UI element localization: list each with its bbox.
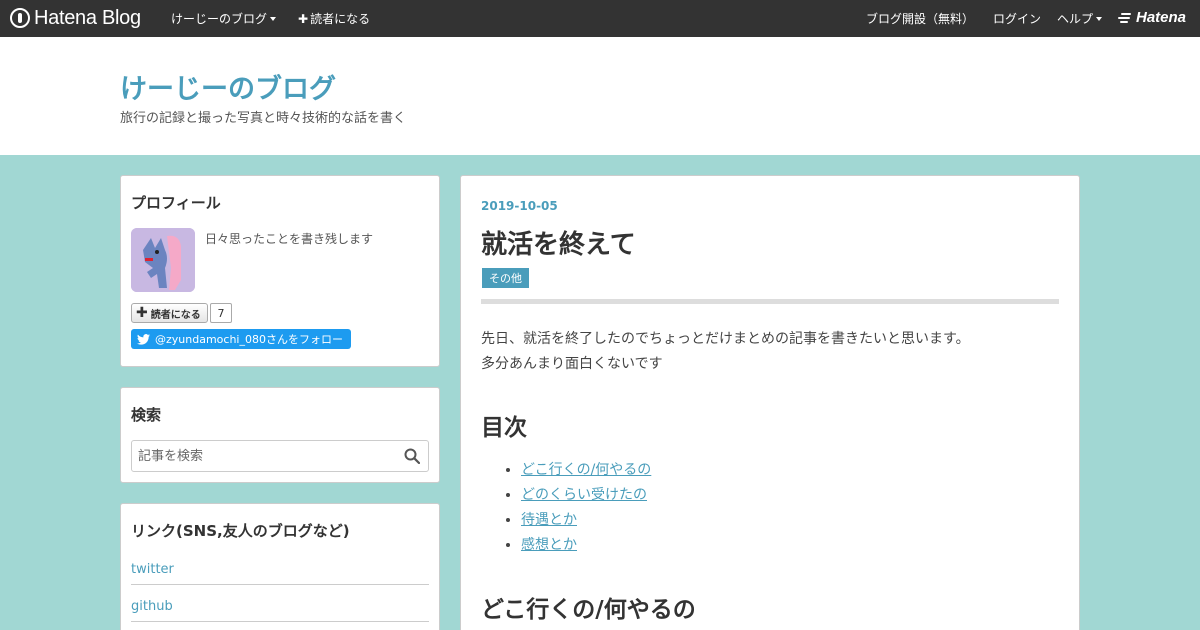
section-heading: どこ行くの/何やるの xyxy=(481,597,696,623)
entry-title[interactable]: 就活を終えて xyxy=(481,224,636,261)
paragraph: 先日、就活を終了したのでちょっとだけまとめの記事を書きたいと思います。 xyxy=(481,331,970,347)
links-title: リンク(SNS,友人のブログなど) xyxy=(131,522,350,540)
title-divider xyxy=(481,299,1059,304)
twitter-follow-button[interactable]: @zyundamochi_080さんをフォロー xyxy=(131,329,351,349)
hatena-logo[interactable]: Hatena xyxy=(1118,9,1186,26)
open-blog-label: ブログ開設（無料） xyxy=(866,12,975,26)
hatena-brand-text: Hatena xyxy=(1136,9,1187,26)
search-module: 検索 xyxy=(120,387,440,483)
links-module: リンク(SNS,友人のブログなど) twitter github xyxy=(120,503,440,630)
toc-item: どこ行くの/何やるの xyxy=(521,459,651,484)
help-label: ヘルプ xyxy=(1057,12,1094,26)
blog-header: けーじーのブログ 旅行の記録と撮った写真と時々技術的な話を書く xyxy=(0,37,1200,155)
subscriber-count[interactable]: 7 xyxy=(210,303,232,323)
my-blog-menu[interactable]: けーじーのブログ xyxy=(171,0,277,37)
toc-link[interactable]: 感想とか xyxy=(521,537,577,553)
hatena-logo-icon xyxy=(1118,12,1132,24)
subscribe-label: 読者になる xyxy=(150,309,201,321)
blog-description: 旅行の記録と撮った写真と時々技術的な話を書く xyxy=(120,111,407,126)
subscribe-button[interactable]: ✚ 読者になる xyxy=(131,303,208,323)
logo-text: Hatena Blog xyxy=(34,6,141,29)
toc-link[interactable]: どこ行くの/何やるの xyxy=(521,462,651,478)
caret-down-icon xyxy=(270,16,277,21)
twitter-bird-icon xyxy=(137,333,150,345)
plus-icon: ✚ xyxy=(136,305,148,321)
topbar-subscribe-button[interactable]: ✚ 読者になる xyxy=(298,0,370,37)
toc-heading: 目次 xyxy=(481,415,527,441)
help-menu[interactable]: ヘルプ xyxy=(1057,0,1103,37)
link-item[interactable] xyxy=(131,622,429,630)
hatena-blog-logo[interactable]: Hatena Blog xyxy=(10,6,141,30)
hatena-blog-logo-icon xyxy=(10,8,30,28)
login-label: ログイン xyxy=(993,12,1042,26)
search-title: 検索 xyxy=(131,406,162,424)
avatar[interactable] xyxy=(131,228,195,292)
topbar-subscribe-label: 読者になる xyxy=(310,12,371,26)
profile-title: プロフィール xyxy=(131,194,221,212)
profile-text: 日々思ったことを書き残します xyxy=(205,232,374,246)
login-link[interactable]: ログイン xyxy=(993,0,1041,37)
toc-link[interactable]: 待遇とか xyxy=(521,512,577,528)
table-of-contents: どこ行くの/何やるの どのくらい受けたの 待遇とか 感想とか xyxy=(521,459,651,559)
search-input[interactable] xyxy=(132,441,402,471)
toc-item: どのくらい受けたの xyxy=(521,484,651,509)
blog-title[interactable]: けーじーのブログ xyxy=(120,67,336,106)
open-blog-link[interactable]: ブログ開設（無料） xyxy=(866,0,974,37)
category-badge[interactable]: その他 xyxy=(482,268,529,288)
toc-item: 感想とか xyxy=(521,534,651,559)
paragraph: 多分あんまり面白くないです xyxy=(481,356,663,372)
profile-module: プロフィール 日々思ったことを書き残します ✚ 読者になる 7 @zyundam… xyxy=(120,175,440,367)
plus-icon: ✚ xyxy=(298,11,309,26)
twitter-follow-label: @zyundamochi_080さんをフォロー xyxy=(155,333,343,346)
caret-down-icon xyxy=(1096,16,1103,21)
global-header: Hatena Blog けーじーのブログ ✚ 読者になる ブログ開設（無料） ログ… xyxy=(0,0,1200,37)
search-box xyxy=(131,440,429,472)
link-github[interactable]: github xyxy=(131,585,429,622)
entry-article: 2019-10-05 就活を終えて その他 先日、就活を終了したのでちょっとだけ… xyxy=(460,175,1080,630)
toc-link[interactable]: どのくらい受けたの xyxy=(521,487,647,503)
my-blog-label: けーじーのブログ xyxy=(171,12,268,26)
entry-date[interactable]: 2019-10-05 xyxy=(481,199,558,213)
toc-item: 待遇とか xyxy=(521,509,651,534)
link-twitter[interactable]: twitter xyxy=(131,548,429,585)
search-icon[interactable] xyxy=(404,448,420,464)
